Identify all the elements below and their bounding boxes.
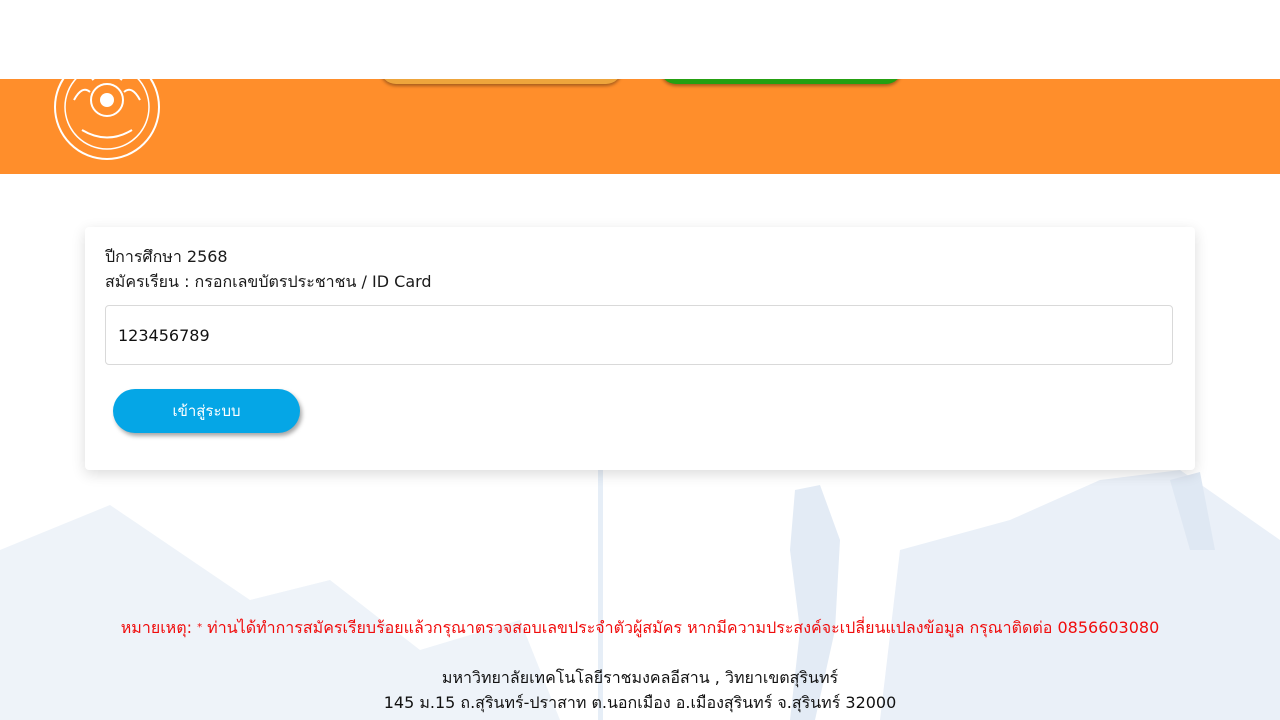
- id-card-input[interactable]: [105, 305, 1173, 365]
- login-button[interactable]: เข้าสู่ระบบ: [113, 389, 300, 433]
- note-prefix: หมายเหตุ:: [120, 618, 192, 637]
- id-card-instruction: สมัครเรียน : กรอกเลขบัตรประชาชน / ID Car…: [105, 272, 432, 291]
- note-message: ท่านได้ทำการสมัครเรียบร้อยแล้วกรุณาตรวจส…: [207, 618, 1160, 637]
- login-card: ปีการศึกษา 2568 สมัครเรียน : กรอกเลขบัตร…: [85, 227, 1195, 470]
- note-star: *: [197, 622, 203, 633]
- note-text: หมายเหตุ: * ท่านได้ทำการสมัครเรียบร้อยแล…: [0, 618, 1280, 638]
- footer-university-name: มหาวิทยาลัยเทคโนโลยีราชมงคลอีสาน , วิทยา…: [441, 668, 839, 687]
- header-band: [0, 79, 1280, 174]
- top-white-bar: [0, 0, 1280, 79]
- footer-address: 145 ม.15 ถ.สุรินทร์-ปราสาท ต.นอกเมือง อ.…: [383, 693, 897, 712]
- academic-year-label: ปีการศึกษา 2568: [105, 247, 228, 266]
